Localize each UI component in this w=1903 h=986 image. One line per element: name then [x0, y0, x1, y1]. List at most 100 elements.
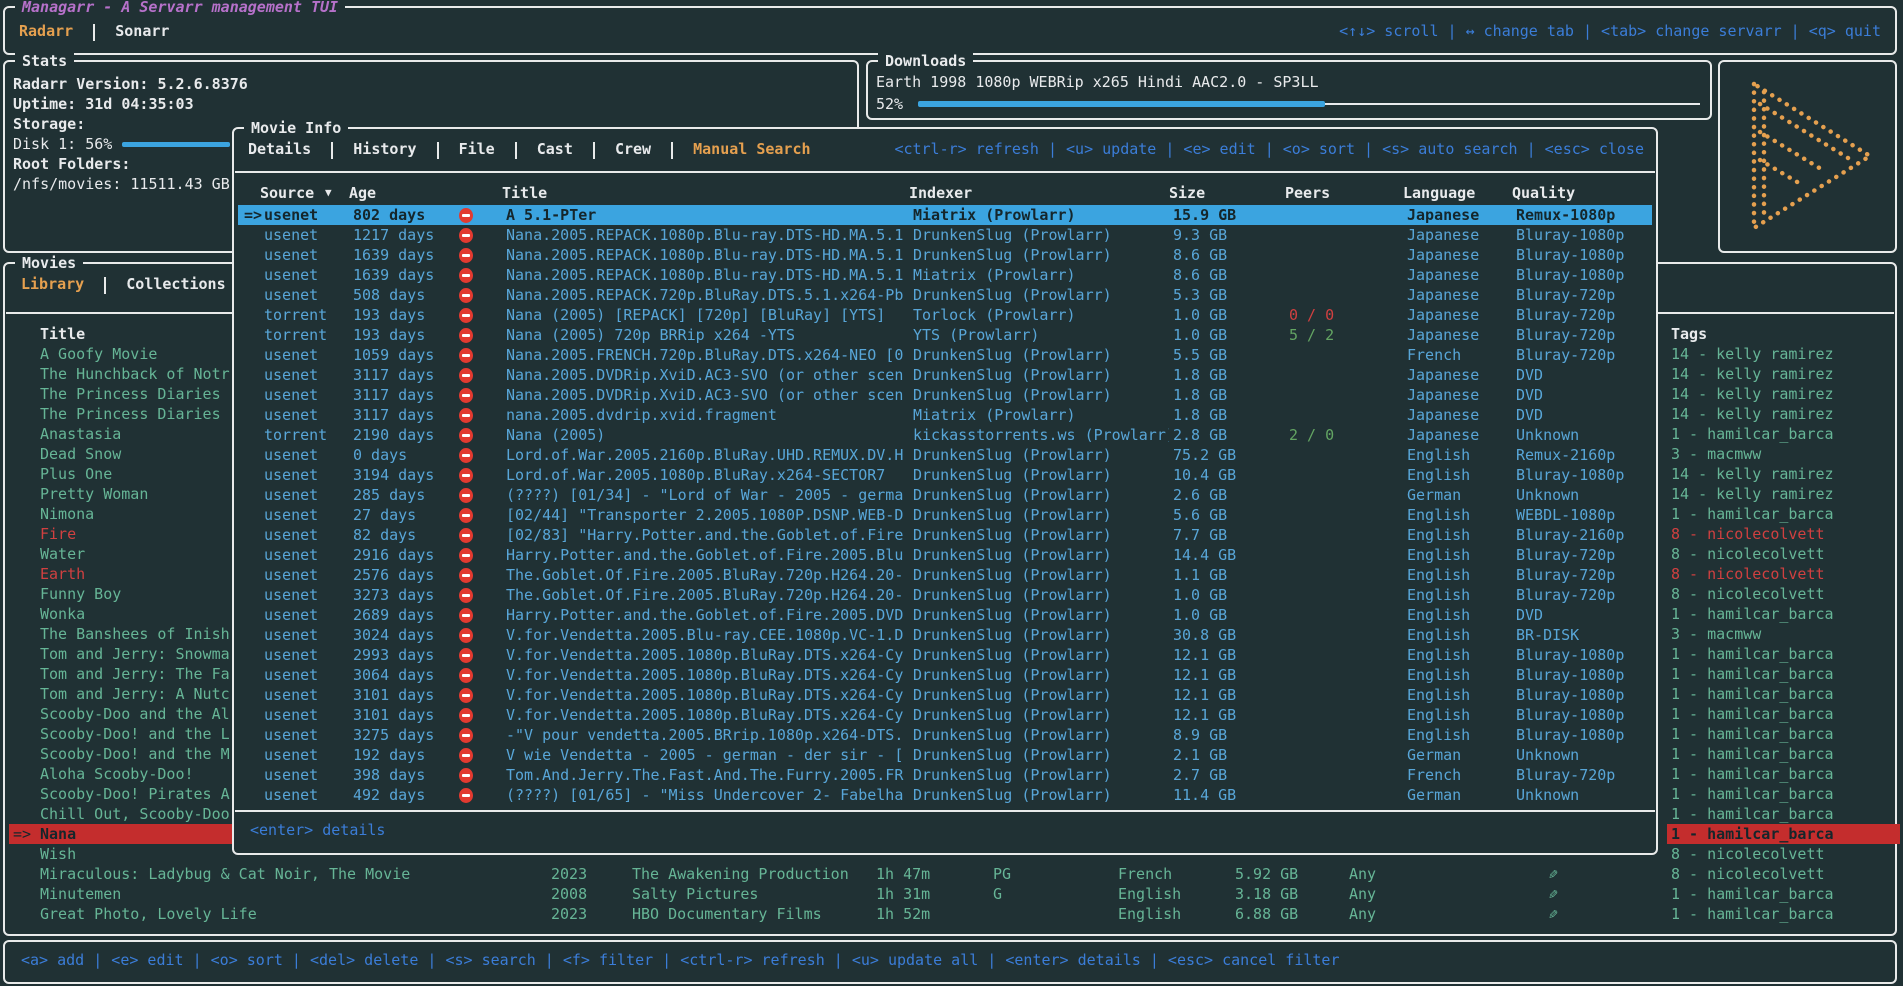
release-row[interactable]: usenet1059 days Nana.2005.FRENCH.720p.Blu…: [238, 345, 1652, 365]
release-row[interactable]: usenet3024 daysV.for.Vendetta.2005.Blu-r…: [238, 625, 1652, 645]
rejected-icon: [459, 628, 473, 643]
release-row[interactable]: torrent193 daysNana (2005) [REPACK] [720…: [238, 305, 1652, 325]
movie-language: English: [1118, 884, 1181, 904]
release-row[interactable]: =>usenet802 daysA 5.1-PTerMiatrix (Prowl…: [238, 205, 1652, 225]
release-row[interactable]: usenet3064 daysV.for.Vendetta.2005.1080p…: [238, 665, 1652, 685]
tag-row[interactable]: 1 - hamilcar_barca: [1667, 784, 1900, 804]
release-size: 9.3 GB: [1173, 225, 1273, 245]
tag-row[interactable]: 14 - kelly ramirez: [1667, 364, 1900, 384]
global-keybinds: <↑↓> scroll | ↔ change tab | <tab> chang…: [1339, 21, 1881, 41]
movie-detail-row[interactable]: 2023The Awakening Production1h 47mPGFren…: [5, 864, 1665, 884]
movie-year: 2008: [551, 884, 587, 904]
movie-runtime: 1h 31m: [876, 884, 930, 904]
release-quality: Unknown: [1516, 425, 1658, 445]
rejected-icon: [459, 788, 473, 803]
download-progress-row: 52%: [876, 94, 1700, 114]
release-row[interactable]: usenet2689 daysHarry.Potter.and.the.Gobl…: [238, 605, 1652, 625]
tag-row[interactable]: 1 - hamilcar_barca: [1667, 904, 1900, 924]
release-row[interactable]: usenet192 daysV wie Vendetta - 2005 - ge…: [238, 745, 1652, 765]
tag-row[interactable]: 1 - hamilcar_barca: [1667, 604, 1900, 624]
release-row[interactable]: usenet3117 daysNana.2005.DVDRip.XviD.AC3…: [238, 385, 1652, 405]
release-row[interactable]: usenet3194 daysLord.of.War.2005.1080p.Bl…: [238, 465, 1652, 485]
tab-sonarr[interactable]: Sonarr: [115, 22, 169, 40]
edit-tags-pencil-icon[interactable]: ✎: [1544, 889, 1564, 898]
tag-row[interactable]: 14 - kelly ramirez: [1667, 484, 1900, 504]
tab-radarr[interactable]: Radarr: [19, 22, 73, 40]
release-row[interactable]: usenet1639 daysNana.2005.REPACK.1080p.Bl…: [238, 265, 1652, 285]
stats-line-text: Uptime: 31d 04:35:03: [13, 95, 194, 113]
tag-row[interactable]: 1 - hamilcar_barca: [1667, 684, 1900, 704]
release-row[interactable]: usenet508 daysNana.2005.REPACK.720p.BluR…: [238, 285, 1652, 305]
release-row[interactable]: usenet3117 daysNana.2005.DVDRip.XviD.AC3…: [238, 365, 1652, 385]
tag-row[interactable]: 1 - hamilcar_barca: [1667, 424, 1900, 444]
release-row[interactable]: usenet27 days[02/44] "Transporter 2.2005…: [238, 505, 1652, 525]
tag-row[interactable]: 1 - hamilcar_barca: [1667, 644, 1900, 664]
movie-detail-row[interactable]: 2023HBO Documentary Films1h 52mEnglish6.…: [5, 904, 1665, 924]
release-title: Nana.2005.FRENCH.720p.BluRay.DTS.x264-NE…: [506, 345, 908, 365]
release-row[interactable]: usenet1639 daysNana.2005.REPACK.1080p.Bl…: [238, 245, 1652, 265]
tag-row[interactable]: 1 - hamilcar_barca: [1667, 664, 1900, 684]
release-row[interactable]: usenet492 days(????) [01/65] - "Miss Und…: [238, 785, 1652, 805]
release-row[interactable]: usenet2993 daysV.for.Vendetta.2005.1080p…: [238, 645, 1652, 665]
tag-row[interactable]: 8 - nicolecolvett: [1667, 524, 1900, 544]
release-size: 1.1 GB: [1173, 565, 1273, 585]
release-row[interactable]: usenet3273 daysThe.Goblet.Of.Fire.2005.B…: [238, 585, 1652, 605]
tag-row[interactable]: 8 - nicolecolvett: [1667, 864, 1900, 884]
movie-runtime: 1h 52m: [876, 904, 930, 924]
release-row[interactable]: usenet3117 daysnana.2005.dvdrip.xvid.fra…: [238, 405, 1652, 425]
release-title: Nana (2005): [506, 425, 908, 445]
release-row[interactable]: usenet0 daysLord.of.War.2005.2160p.BluRa…: [238, 445, 1652, 465]
tag-row[interactable]: 1 - hamilcar_barca: [1667, 884, 1900, 904]
tag-row[interactable]: 8 - nicolecolvett: [1667, 564, 1900, 584]
release-row[interactable]: usenet3275 days-"V pour vendetta.2005.BR…: [238, 725, 1652, 745]
release-row[interactable]: usenet285 days(????) [01/34] - "Lord of …: [238, 485, 1652, 505]
release-row[interactable]: usenet3101 daysV.for.Vendetta.2005.1080p…: [238, 705, 1652, 725]
tab-collections[interactable]: Collections: [126, 275, 225, 293]
tab-library[interactable]: Library: [21, 275, 84, 293]
tag-label: 1 - hamilcar_barca: [1671, 784, 1897, 804]
tag-row[interactable]: 14 - kelly ramirez: [1667, 344, 1900, 364]
release-age: 1059 days: [353, 345, 453, 365]
tag-row[interactable]: 3 - macmww: [1667, 624, 1900, 644]
release-row[interactable]: usenet2916 daysHarry.Potter.and.the.Gobl…: [238, 545, 1652, 565]
release-row[interactable]: usenet398 daysTom.And.Jerry.The.Fast.And…: [238, 765, 1652, 785]
release-row[interactable]: usenet2576 daysThe.Goblet.Of.Fire.2005.B…: [238, 565, 1652, 585]
tag-row[interactable]: 14 - kelly ramirez: [1667, 464, 1900, 484]
tag-row[interactable]: 14 - kelly ramirez: [1667, 384, 1900, 404]
release-age: 193 days: [353, 325, 453, 345]
release-row[interactable]: usenet1217 daysNana.2005.REPACK.1080p.Bl…: [238, 225, 1652, 245]
download-item[interactable]: Earth 1998 1080p WEBRip x265 Hindi AAC2.…: [876, 72, 1319, 92]
release-source: usenet: [264, 565, 349, 585]
release-source: usenet: [264, 645, 349, 665]
movie-detail-row[interactable]: 2008Salty Pictures1h 31mGEnglish3.18 GBA…: [5, 884, 1665, 904]
tag-row[interactable]: 1 - hamilcar_barca: [1667, 824, 1900, 844]
tag-row[interactable]: 1 - hamilcar_barca: [1667, 764, 1900, 784]
movie-row[interactable]: =>Nana: [9, 824, 235, 844]
release-row[interactable]: usenet82 days[02/83] "Harry.Potter.and.t…: [238, 525, 1652, 545]
movie-runtime: 1h 47m: [876, 864, 930, 884]
tag-row[interactable]: 1 - hamilcar_barca: [1667, 704, 1900, 724]
tag-label: 1 - hamilcar_barca: [1671, 424, 1897, 444]
tag-row[interactable]: 3 - macmww: [1667, 444, 1900, 464]
tag-row[interactable]: 8 - nicolecolvett: [1667, 584, 1900, 604]
tag-row[interactable]: 1 - hamilcar_barca: [1667, 804, 1900, 824]
download-progress-bar: [918, 94, 1700, 114]
release-row[interactable]: usenet3101 daysV.for.Vendetta.2005.1080p…: [238, 685, 1652, 705]
edit-tags-pencil-icon[interactable]: ✎: [1544, 869, 1564, 878]
release-quality: Unknown: [1516, 745, 1658, 765]
tag-row[interactable]: 1 - hamilcar_barca: [1667, 724, 1900, 744]
release-row[interactable]: torrent2190 daysNana (2005)kickasstorren…: [238, 425, 1652, 445]
tag-row[interactable]: 8 - nicolecolvett: [1667, 844, 1900, 864]
edit-tags-pencil-icon[interactable]: ✎: [1544, 909, 1564, 918]
tag-row[interactable]: 14 - kelly ramirez: [1667, 404, 1900, 424]
release-quality: BR-DISK: [1516, 625, 1658, 645]
release-indexer: DrunkenSlug (Prowlarr): [913, 765, 1169, 785]
release-row[interactable]: torrent193 daysNana (2005) 720p BRRip x2…: [238, 325, 1652, 345]
tag-row[interactable]: 8 - nicolecolvett: [1667, 544, 1900, 564]
movies-title: Movies: [15, 253, 83, 273]
tag-row[interactable]: 1 - hamilcar_barca: [1667, 504, 1900, 524]
release-source: usenet: [264, 345, 349, 365]
rejected-icon: [459, 548, 473, 563]
tag-row[interactable]: 1 - hamilcar_barca: [1667, 744, 1900, 764]
release-size: 1.8 GB: [1173, 385, 1273, 405]
